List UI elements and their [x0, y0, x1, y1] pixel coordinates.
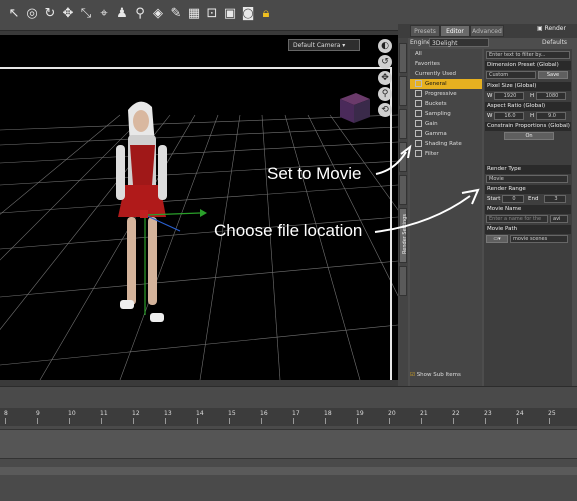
- timeline-tick-label: 14: [196, 410, 204, 417]
- timeline-tick-mark: [229, 418, 230, 424]
- timeline-tick-mark: [389, 418, 390, 424]
- timeline-tick-label: 19: [356, 410, 364, 417]
- timeline-tick-mark: [261, 418, 262, 424]
- timeline-tick-label: 23: [484, 410, 492, 417]
- timeline-tick-label: 22: [452, 410, 460, 417]
- timeline-tick-label: 8: [4, 410, 8, 417]
- annotation-choose-location: Choose file location: [214, 221, 363, 240]
- timeline-tick-mark: [485, 418, 486, 424]
- timeline-tick-label: 12: [132, 410, 140, 417]
- timeline-tick-mark: [357, 418, 358, 424]
- timeline-tick-mark: [325, 418, 326, 424]
- timeline-tick-label: 20: [388, 410, 396, 417]
- timeline: 8 9 10 11 12 13 14 15 16 17 18 19 20 21 22 23 24 25: [0, 386, 577, 501]
- timeline-tick-mark: [197, 418, 198, 424]
- timeline-ruler[interactable]: 8 9 10 11 12 13 14 15 16 17 18 19 20 21 22 23 24 25: [0, 408, 577, 426]
- timeline-tick-mark: [69, 418, 70, 424]
- timeline-tick-mark: [133, 418, 134, 424]
- timeline-tick-label: 16: [260, 410, 268, 417]
- timeline-tick-label: 24: [516, 410, 524, 417]
- timeline-tick-label: 21: [420, 410, 428, 417]
- timeline-tick-mark: [453, 418, 454, 424]
- timeline-tick-mark: [293, 418, 294, 424]
- timeline-scrollbar[interactable]: [0, 467, 577, 475]
- timeline-keyframes[interactable]: [0, 429, 577, 459]
- timeline-tick-mark: [37, 418, 38, 424]
- timeline-tick-mark: [165, 418, 166, 424]
- timeline-tick-label: 10: [68, 410, 76, 417]
- timeline-tick-mark: [5, 418, 6, 424]
- timeline-tick-label: 15: [228, 410, 236, 417]
- timeline-tick-label: 9: [36, 410, 40, 417]
- timeline-tick-mark: [517, 418, 518, 424]
- timeline-tick-mark: [101, 418, 102, 424]
- timeline-tick-label: 18: [324, 410, 332, 417]
- timeline-tick-mark: [421, 418, 422, 424]
- timeline-tick-label: 13: [164, 410, 172, 417]
- timeline-tick-label: 17: [292, 410, 300, 417]
- timeline-tick-label: 25: [548, 410, 556, 417]
- timeline-tick-mark: [549, 418, 550, 424]
- timeline-tick-label: 11: [100, 410, 108, 417]
- annotation-set-movie: Set to Movie: [267, 164, 362, 183]
